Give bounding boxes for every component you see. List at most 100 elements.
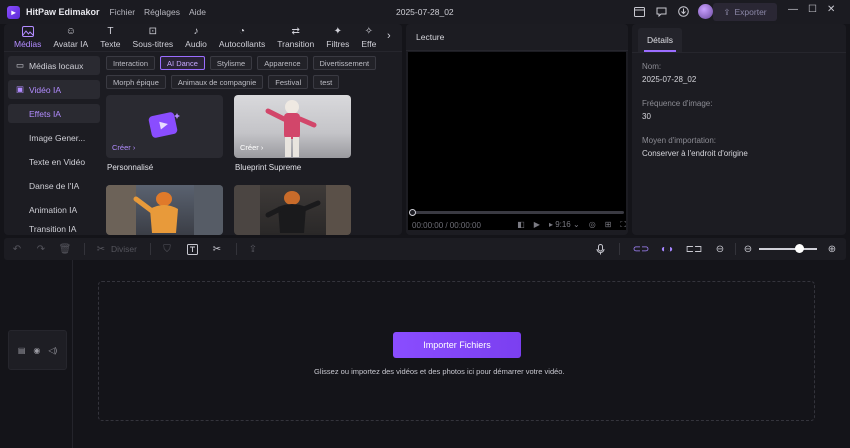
transition-icon: ⇄ (291, 26, 300, 37)
tab-media[interactable]: Médias (8, 24, 47, 51)
text-icon: T (107, 26, 114, 37)
effect-card-custom[interactable]: Créer › (106, 95, 223, 158)
import-files-button[interactable]: Importer Fichiers (393, 332, 521, 358)
menu-settings[interactable]: Réglages (144, 7, 180, 17)
tab-text[interactable]: T Texte (94, 24, 126, 51)
menu-help[interactable]: Aide (189, 7, 206, 17)
create-link[interactable]: Créer › (240, 143, 263, 152)
scissors-icon[interactable]: ✂ (94, 242, 108, 256)
aspect-ratio-control[interactable]: ▸ 9:16 ⌄ (549, 220, 580, 230)
name-value: 2025-07-28_02 (642, 75, 697, 84)
close-icon[interactable]: ✕ (827, 4, 835, 15)
tabs-scroll-right-icon[interactable]: › (387, 30, 391, 42)
chip-appearance[interactable]: Apparence (257, 56, 308, 70)
tab-subtitles[interactable]: ⊡ Sous-titres (127, 24, 180, 51)
undo-icon[interactable]: ↶ (10, 242, 24, 256)
media-icon (21, 26, 34, 38)
export-clip-icon[interactable]: ⇪ (246, 242, 260, 256)
delete-icon[interactable]: 🗑 (58, 242, 72, 256)
sidebar-item-ai-animation[interactable]: Animation IA (8, 200, 100, 219)
tab-audio[interactable]: ♪ Audio (179, 24, 213, 51)
effect-card-dance-2[interactable] (234, 185, 351, 235)
chip-pets[interactable]: Animaux de compagnie (170, 75, 264, 89)
user-avatar[interactable] (698, 4, 713, 19)
track-audio-icon[interactable]: ◁) (48, 346, 57, 355)
tab-effects[interactable]: ✧ Effe (355, 24, 382, 51)
sidebar-item-local-media[interactable]: ▭ Médias locaux (8, 56, 100, 75)
export-button[interactable]: ⇪ Exporter (713, 3, 777, 21)
folder-icon: ▭ (16, 60, 25, 70)
chip-festival[interactable]: Festival (268, 75, 309, 89)
video-icon: ▣ (16, 84, 25, 94)
zoom-in-icon[interactable]: ⊕ (825, 242, 839, 256)
card-title: Blueprint Supreme (235, 163, 302, 172)
maximize-icon[interactable]: ☐ (808, 4, 817, 15)
crop-icon[interactable]: ⊞ (605, 220, 612, 230)
redo-icon[interactable]: ↷ (34, 242, 48, 256)
fit-icon[interactable]: ⊖ (713, 242, 727, 256)
sidebar-item-ai-transition[interactable]: Transition IA (8, 224, 100, 234)
chip-interaction[interactable]: Interaction (106, 56, 156, 70)
prev-frame-icon[interactable]: ◧ (517, 220, 525, 230)
tab-filters[interactable]: ✦ Filtres (320, 24, 355, 51)
shield-icon[interactable]: ⛉ (160, 242, 174, 256)
chip-test[interactable]: test (313, 75, 340, 89)
chip-entertainment[interactable]: Divertissement (312, 56, 377, 70)
sidebar-item-ai-dance[interactable]: Danse de l'IA (8, 176, 100, 195)
fps-value: 30 (642, 112, 651, 121)
sparkle-icon: ✦ (333, 26, 343, 37)
media-panel: Médias ☺ Avatar IA T Texte ⊡ Sous-titres… (4, 24, 402, 235)
tab-stickers[interactable]: ◔ Autocollants (213, 24, 271, 51)
preview-scrubber[interactable] (410, 211, 624, 214)
effects-icon: ✧ (364, 26, 374, 37)
play-icon[interactable]: ▶ (534, 220, 540, 230)
track-visibility-icon[interactable]: ◉ (33, 346, 40, 355)
microphone-icon[interactable] (593, 242, 607, 256)
tab-details[interactable]: Détails (638, 28, 682, 52)
split-view-icon[interactable]: ⊏⊐ (686, 242, 703, 256)
preview-panel: Lecture 00:00:00 / 00:00:00 ◧ ▶ ▸ 9:16 ⌄… (406, 24, 628, 235)
track-save-icon[interactable]: ▤ (18, 346, 26, 355)
project-title: 2025-07-28_02 (396, 7, 454, 17)
details-panel: Détails Nom: 2025-07-28_02 Fréquence d'i… (632, 24, 846, 235)
divider (619, 243, 620, 255)
remove-subtitle-icon[interactable]: ✂ (210, 242, 224, 256)
chip-styling[interactable]: Stylisme (209, 56, 253, 70)
card-title: Personnalisé (107, 163, 154, 172)
layout-icon[interactable] (632, 4, 647, 19)
import-mode-label: Moyen d'importation: (642, 136, 717, 145)
fullscreen-icon[interactable]: ⛶ (620, 220, 626, 230)
drop-hint-text: Glissez ou importez des vidéos et des ph… (314, 367, 565, 376)
divider (150, 243, 151, 255)
sidebar-item-image-generator[interactable]: Image Gener... (8, 128, 100, 147)
tab-transition[interactable]: ⇄ Transition (271, 24, 320, 51)
chip-ai-dance[interactable]: AI Dance (160, 56, 205, 70)
divider (735, 243, 736, 255)
sidebar-item-text-to-video[interactable]: Texte en Vidéo (8, 152, 100, 171)
snapshot-icon[interactable]: ◎ (589, 220, 596, 230)
divider (236, 243, 237, 255)
create-link[interactable]: Créer › (112, 143, 135, 152)
split-label[interactable]: Diviser (111, 244, 137, 254)
snap-icon[interactable]: ◐◑ (660, 242, 674, 256)
subtitles-icon: ⊡ (148, 26, 158, 37)
minimize-icon[interactable]: — (788, 4, 798, 15)
download-icon[interactable] (676, 4, 691, 19)
magic-video-icon (146, 110, 182, 142)
music-icon: ♪ (193, 26, 199, 37)
playhead-handle[interactable] (409, 209, 416, 216)
text-box-icon[interactable] (185, 242, 199, 256)
chip-epic-morph[interactable]: Morph épique (106, 75, 166, 89)
effect-card-blueprint-supreme[interactable]: Créer › (234, 95, 351, 158)
tab-avatar-ia[interactable]: ☺ Avatar IA (47, 24, 94, 51)
dancer-thumbnail (234, 185, 351, 235)
feedback-icon[interactable] (654, 4, 669, 19)
zoom-out-icon[interactable]: ⊖ (741, 242, 755, 256)
zoom-slider[interactable] (759, 248, 817, 250)
sidebar-item-ai-effects[interactable]: Effets IA (8, 104, 100, 123)
effect-card-dance-1[interactable] (106, 185, 223, 235)
link-icon[interactable]: ⊂⊃ (633, 242, 650, 256)
zoom-slider-handle[interactable] (795, 244, 804, 253)
sidebar-item-ai-video[interactable]: ▣ Vidéo IA (8, 80, 100, 99)
menu-file[interactable]: Fichier (110, 7, 136, 17)
